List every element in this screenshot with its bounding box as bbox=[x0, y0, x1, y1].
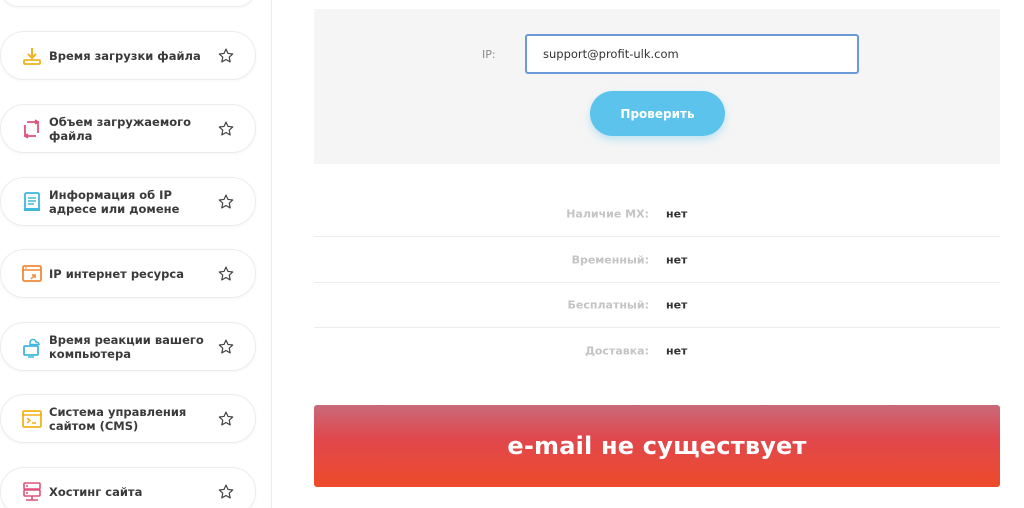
result-row-free: Бесплатный: нет bbox=[314, 282, 1000, 328]
sidebar-item-file-load-time[interactable]: Время загрузки файла bbox=[0, 31, 256, 80]
result-banner-text: e-mail не существует bbox=[507, 432, 807, 460]
page: Время загрузки файла Объем загружаемого … bbox=[0, 0, 1024, 508]
sidebar-item-partial[interactable] bbox=[0, 0, 256, 7]
resize-icon bbox=[23, 118, 40, 139]
sidebar-item-resource-ip[interactable]: IP интернет ресурса bbox=[0, 249, 256, 298]
result-row-mx: Наличие MX: нет bbox=[314, 191, 1000, 237]
result-label: Наличие MX: bbox=[566, 207, 649, 220]
result-label: Временный: bbox=[571, 253, 649, 266]
result-value: нет bbox=[666, 253, 688, 266]
sidebar-item-cms[interactable]: Система управления сайтом (CMS) bbox=[0, 394, 256, 443]
check-button[interactable]: Проверить bbox=[590, 91, 725, 136]
result-row-delivery: Доставка: нет bbox=[314, 328, 1000, 374]
sidebar-item-ip-info[interactable]: Информация об IP адресе или домене bbox=[0, 177, 256, 226]
sidebar-item-response-time[interactable]: Время реакции вашего компьютера bbox=[0, 322, 256, 371]
star-icon[interactable] bbox=[217, 410, 235, 428]
sidebar-item-label: Объем загружаемого файла bbox=[49, 114, 192, 143]
result-row-temporary: Временный: нет bbox=[314, 237, 1000, 283]
star-icon[interactable] bbox=[217, 265, 235, 283]
ip-label: IP: bbox=[482, 48, 496, 61]
star-icon[interactable] bbox=[217, 120, 235, 138]
star-icon[interactable] bbox=[217, 483, 235, 501]
result-value: нет bbox=[666, 298, 688, 311]
sidebar-item-label: Информация об IP адресе или домене bbox=[49, 187, 180, 216]
sidebar: Время загрузки файла Объем загружаемого … bbox=[0, 0, 272, 508]
result-label: Бесплатный: bbox=[567, 298, 649, 311]
sidebar-item-label: Система управления сайтом (CMS) bbox=[49, 404, 187, 433]
star-icon[interactable] bbox=[217, 47, 235, 65]
star-icon[interactable] bbox=[217, 193, 235, 211]
sidebar-item-label: Время реакции вашего компьютера bbox=[49, 332, 204, 361]
sidebar-item-label: Хостинг сайта bbox=[49, 484, 143, 499]
sidebar-item-label: IP интернет ресурса bbox=[49, 266, 184, 281]
sidebar-item-upload-size[interactable]: Объем загружаемого файла bbox=[0, 104, 256, 153]
result-label: Доставка: bbox=[585, 344, 649, 358]
browser-link-icon bbox=[22, 264, 42, 282]
download-icon bbox=[23, 47, 41, 65]
sidebar-item-hosting[interactable]: Хостинг сайта bbox=[0, 467, 256, 508]
check-form-panel bbox=[314, 9, 1000, 164]
document-icon bbox=[24, 191, 40, 211]
sidebar-item-label: Время загрузки файла bbox=[49, 48, 201, 63]
terminal-icon bbox=[22, 409, 42, 428]
server-icon bbox=[23, 481, 41, 501]
result-banner: e-mail не существует bbox=[314, 405, 1000, 487]
result-value: нет bbox=[666, 344, 688, 358]
star-icon[interactable] bbox=[217, 338, 235, 356]
cloud-computer-icon bbox=[23, 338, 40, 358]
ip-input[interactable] bbox=[525, 34, 859, 74]
result-value: нет bbox=[666, 207, 688, 220]
